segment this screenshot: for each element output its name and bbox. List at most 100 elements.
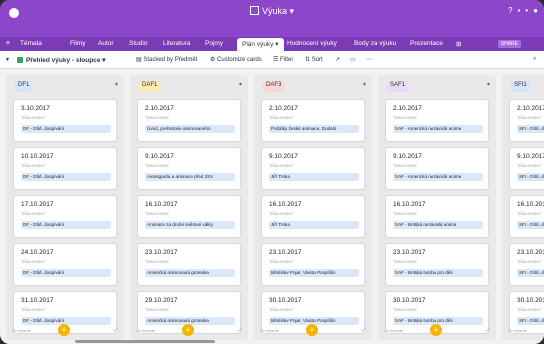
card-topic-pill: Počátky české animace, Dodalo <box>269 125 359 133</box>
header-bar: Výuka ▾ ? ▪ • ● <box>0 0 544 37</box>
add-record-button[interactable]: + <box>306 324 318 336</box>
card-date: 9.10.2017 <box>393 153 422 160</box>
column-header[interactable]: DF1 <box>14 81 34 92</box>
expand-column-icon[interactable]: ⤢ <box>238 327 242 333</box>
record-card[interactable]: 16.10.2017 TÉMA HODINY SFI - Dítě, dospívá… <box>509 195 544 238</box>
customize-cards-button[interactable]: ⚙ Customize cards <box>210 56 262 63</box>
record-card[interactable]: 24.10.2017 TÉMA HODINY DF - Dítě, dospíván… <box>13 243 117 286</box>
sidebar-toggle-icon[interactable]: ▾ <box>6 56 9 63</box>
card-topic-pill: Břetislav Pojar, Vlasta Pospíšilo <box>269 269 359 277</box>
view-switcher[interactable]: Přehled výuky - sloupce ▾ <box>17 56 106 64</box>
column-menu-chevron-icon[interactable]: ▾ <box>239 81 242 88</box>
record-card[interactable]: 16.10.2017 TÉMA HODINY SAF - Britská nezáv… <box>385 195 489 238</box>
print-icon[interactable]: ▭ <box>350 56 356 63</box>
card-field-label: TÉMA HODINY <box>269 212 294 216</box>
record-card[interactable]: 2.10.2017 TÉMA HODINY Úvod, prehistorie an… <box>137 99 241 142</box>
tab-8[interactable]: Body za výuku <box>354 40 396 47</box>
more-options-button[interactable]: ⋯ <box>366 56 372 63</box>
header-icons: ? ▪ • ● <box>503 6 538 15</box>
tab-2[interactable]: Autor <box>98 40 114 47</box>
share-view-icon[interactable]: ↗ <box>335 56 340 63</box>
record-card[interactable]: 23.10.2017 TÉMA HODINY SAF - Britská tvorb… <box>385 243 489 286</box>
card-topic-pill: SFI - Dítě, dospívání <box>517 173 544 181</box>
avatar[interactable]: ● <box>533 6 538 15</box>
sort-label: Sort <box>311 57 323 63</box>
tab-4[interactable]: Literatura <box>163 40 190 47</box>
tab-3[interactable]: Studio <box>129 40 147 47</box>
share-button[interactable]: SHARE <box>497 40 521 48</box>
filter-button[interactable]: ☰ Filter <box>273 56 293 63</box>
record-card[interactable]: 16.10.2017 TÉMA HODINY Jiří Trnka <box>261 195 365 238</box>
tab-6[interactable]: Plán výuky ▾ <box>237 38 284 51</box>
card-field-label: TÉMA HODINY <box>393 116 418 120</box>
add-record-button[interactable]: + <box>58 324 70 336</box>
tab-1[interactable]: Filmy <box>70 40 86 47</box>
record-card[interactable]: 2.10.2017 TÉMA HODINY SAF - Americká nezáv… <box>385 99 489 142</box>
card-date: 23.10.2017 <box>517 249 544 256</box>
record-card[interactable]: 9.10.2017 TÉMA HODINY Avantgarda a animace… <box>137 147 241 190</box>
card-date: 31.10.2017 <box>21 297 54 304</box>
record-card[interactable]: 2.10.2017 TÉMA HODINY SFI - Dítě, dospíván… <box>509 99 544 142</box>
search-icon[interactable]: ⌕ <box>533 56 536 63</box>
record-card[interactable]: 23.10.2017 TÉMA HODINY SFI - Dítě, dospívá… <box>509 243 544 286</box>
help-icon[interactable]: ? <box>508 6 512 15</box>
tab-9[interactable]: Prezentace <box>410 40 443 47</box>
card-field-label: TÉMA HODINY <box>21 164 46 168</box>
card-date: 3.10.2017 <box>21 105 50 112</box>
card-field-label: TÉMA HODINY <box>517 260 542 264</box>
record-card[interactable]: 16.10.2017 TÉMA HODINY Animace za druhé sv… <box>137 195 241 238</box>
add-record-button[interactable]: + <box>182 324 194 336</box>
record-count: 10 records <box>384 328 403 333</box>
card-date: 24.10.2017 <box>21 249 54 256</box>
kanban-view-icon <box>17 57 23 63</box>
record-card[interactable]: 17.10.2017 TÉMA HODINY DF - Dítě, dospíván… <box>13 195 117 238</box>
card-field-label: TÉMA HODINY <box>21 212 46 216</box>
bell-icon[interactable]: • <box>525 6 528 15</box>
record-card[interactable]: 3.10.2017 TÉMA HODINY DF - Dítě, dospívání <box>13 99 117 142</box>
record-card[interactable]: 9.10.2017 TÉMA HODINY Jiří Trnka <box>261 147 365 190</box>
record-card[interactable]: 2.10.2017 TÉMA HODINY Počátky české animac… <box>261 99 365 142</box>
card-date: 2.10.2017 <box>393 105 422 112</box>
add-table-icon[interactable]: ⊞ <box>456 40 461 48</box>
tab-0[interactable]: Témata <box>20 40 42 47</box>
sort-button[interactable]: ⇅ Sort <box>305 56 323 63</box>
record-card[interactable]: 9.10.2017 TÉMA HODINY SFI - Dítě, dospíván… <box>509 147 544 190</box>
column-menu-chevron-icon[interactable]: ▾ <box>487 81 490 88</box>
card-field-label: TÉMA HODINY <box>393 212 418 216</box>
card-topic-pill: Animace za druhé světové války <box>145 221 235 229</box>
tab-5[interactable]: Pojmy <box>205 40 223 47</box>
column-menu-chevron-icon[interactable]: ▾ <box>115 81 118 88</box>
column-header[interactable]: DAF1 <box>138 81 162 92</box>
card-topic-pill: Úvod, prehistorie animovaného <box>145 125 235 133</box>
notifications-icon[interactable]: ▪ <box>518 6 521 15</box>
card-field-label: TÉMA HODINY <box>393 260 418 264</box>
record-card[interactable]: 10.10.2017 TÉMA HODINY DF - Dítě, dospíván… <box>13 147 117 190</box>
card-field-label: TÉMA HODINY <box>269 116 294 120</box>
base-title[interactable]: Výuka ▾ <box>0 6 544 17</box>
horizontal-scrollbar[interactable] <box>75 340 215 343</box>
card-date: 9.10.2017 <box>145 153 174 160</box>
card-date: 17.10.2017 <box>21 201 54 208</box>
view-toolbar: ▾ Přehled výuky - sloupce ▾ ▤ Stacked by… <box>0 51 544 69</box>
column-menu-chevron-icon[interactable]: ▾ <box>363 81 366 88</box>
tab-7[interactable]: Hodnocení výuky <box>287 40 337 47</box>
column-header[interactable]: SAF1 <box>386 81 410 92</box>
add-record-button[interactable]: + <box>430 324 442 336</box>
column-header[interactable]: SFI1 <box>510 81 531 92</box>
record-card[interactable]: 9.10.2017 TÉMA HODINY SAF - Americká nezáv… <box>385 147 489 190</box>
expand-column-icon[interactable]: ⤢ <box>362 327 366 333</box>
record-count: 10 records <box>136 328 155 333</box>
card-field-label: TÉMA HODINY <box>517 116 542 120</box>
card-field-label: TÉMA HODINY <box>21 260 46 264</box>
expand-column-icon[interactable]: ⤢ <box>486 327 490 333</box>
record-card[interactable]: 23.10.2017 TÉMA HODINY Americká animovaná … <box>137 243 241 286</box>
stacked-by-button[interactable]: ▤ Stacked by Předmět <box>136 56 197 63</box>
expand-column-icon[interactable]: ⤢ <box>114 327 118 333</box>
kanban-column: SFI1▾2.10.2017TÉMA HODINYSFI - Dítě, dos… <box>502 75 544 340</box>
tabs-menu-icon[interactable]: ≡ <box>6 40 10 47</box>
column-header[interactable]: DAF3 <box>262 81 286 92</box>
card-date: 16.10.2017 <box>393 201 426 208</box>
card-topic-pill: DF - Dítě, dospívání <box>21 269 111 277</box>
record-card[interactable]: 23.10.2017 TÉMA HODINY Břetislav Pojar, Vl… <box>261 243 365 286</box>
card-date: 30.10.2017 <box>269 297 302 304</box>
